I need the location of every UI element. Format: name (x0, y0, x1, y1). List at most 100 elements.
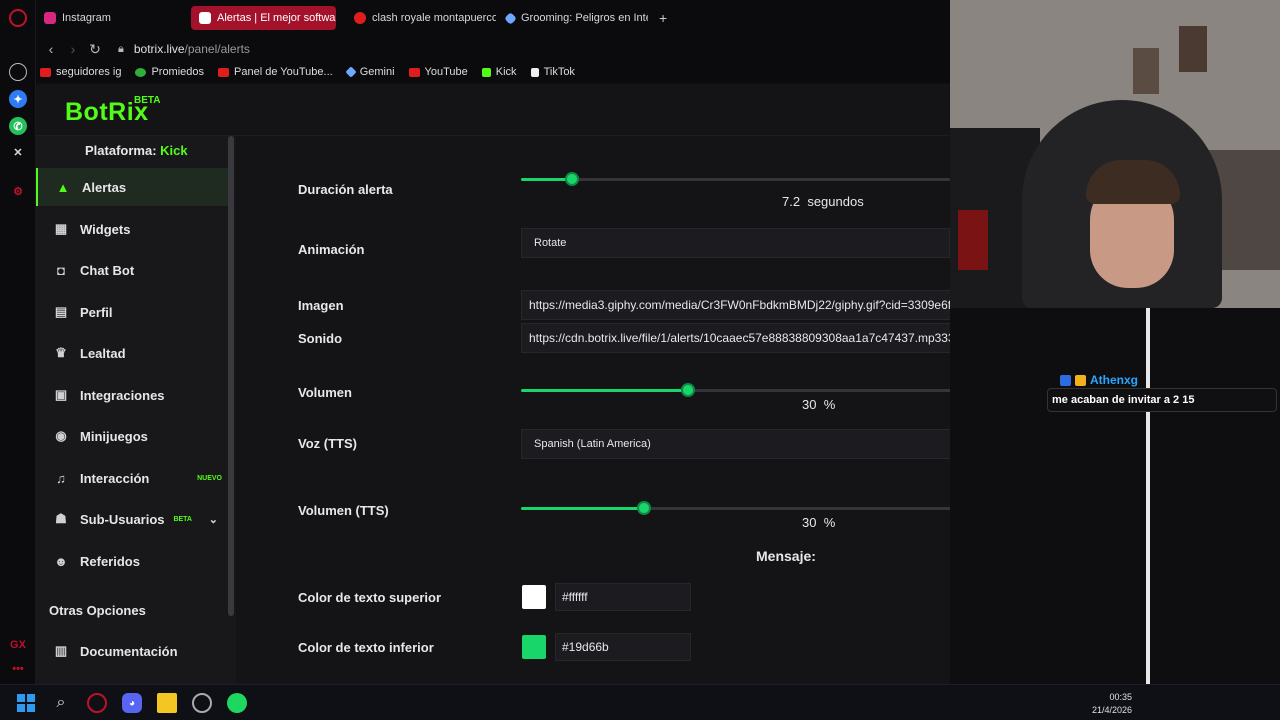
clock-time: 00:35 (1109, 692, 1132, 702)
sidebar-item-integraciones[interactable]: ▣ Integraciones (36, 376, 228, 414)
overlay-divider (1146, 308, 1150, 684)
bottom-color-swatch[interactable] (522, 635, 546, 659)
opera-gx-logo-icon[interactable] (9, 9, 27, 27)
gamepad-icon: ◉ (55, 428, 67, 443)
volume-slider[interactable] (521, 383, 950, 397)
bookmark-label: YouTube (424, 66, 468, 78)
other-options-heading: Otras Opciones (49, 603, 146, 618)
volume-slider-knob[interactable] (681, 383, 696, 397)
streamer-hair (1086, 160, 1180, 204)
sidebar-item-label: Integraciones (80, 387, 165, 403)
sound-label: Sonido (298, 331, 343, 346)
bookmark-youtube[interactable]: YouTube (408, 66, 468, 78)
system-clock[interactable]: 00:35 21/4/2026 (1092, 691, 1132, 717)
messenger-icon[interactable]: ✦ (9, 90, 27, 108)
opera-gx-icon[interactable] (87, 693, 107, 713)
tab-alertas[interactable]: Alertas | El mejor software (191, 6, 336, 30)
browser-side-rail: ✦ ✆ ✕ ⚙ GX ••• (0, 0, 36, 684)
instagram-icon (44, 12, 56, 24)
sidebar-item-label: Interacción (80, 470, 150, 486)
chevron-down-icon[interactable]: ⌄ (209, 513, 218, 526)
bookmark-label: TikTok (543, 66, 575, 78)
badge-icon (1060, 374, 1071, 386)
users-icon: ☗ (55, 511, 67, 526)
bookmark-seguidores-ig[interactable]: seguidores ig (40, 66, 121, 78)
bookmark-gemini[interactable]: Gemini (345, 66, 395, 78)
botrix-app: BotRix BETA Plataforma: Kick ▲ Alertas ▦… (36, 84, 950, 684)
top-color-input[interactable]: #ffffff (555, 583, 691, 611)
animation-select[interactable]: Rotate (521, 228, 950, 258)
chat-user-name: Athenxg (1090, 373, 1138, 387)
sidebar-item-lealtad[interactable]: ♛ Lealtad (36, 334, 228, 372)
volume-number: 30 (802, 397, 817, 412)
sidebar-item-sub-usuarios[interactable]: ☗ Sub-Usuarios BETA ⌄ (36, 500, 228, 538)
sidebar-item-label: Perfil (80, 304, 113, 320)
platform-label: Plataforma: (85, 143, 157, 158)
new-tab-button[interactable]: + (651, 6, 671, 30)
tab-grooming[interactable]: Grooming: Peligros en Inte (498, 6, 648, 30)
app-header: BotRix BETA (36, 84, 950, 136)
address-bar: ‹ › ↻ 🔒︎ botrix.live/panel/alerts (36, 36, 950, 62)
duration-unit: segundos (807, 194, 864, 209)
x-icon[interactable]: ✕ (9, 143, 27, 161)
sound-url-input[interactable]: https://cdn.botrix.live/file/1/alerts/10… (521, 323, 950, 353)
bookmark-tiktok[interactable]: TikTok (530, 66, 575, 78)
lock-icon: 🔒︎ (118, 42, 124, 55)
url-field[interactable]: botrix.live/panel/alerts (134, 42, 250, 56)
gx-control-icon[interactable]: ⚙ (9, 182, 27, 200)
sidebar-item-label: Chat Bot (80, 262, 135, 278)
tab-label: clash royale montapuercos (372, 12, 496, 24)
chatgpt-icon[interactable] (9, 63, 27, 81)
tab-bar: Instagram Alertas | El mejor software cl… (36, 0, 950, 36)
whatsapp-icon[interactable]: ✆ (9, 117, 27, 135)
duration-slider-knob[interactable] (565, 172, 580, 186)
voice-select[interactable]: Spanish (Latin America) ⌄ (521, 429, 950, 459)
forward-icon[interactable]: › (62, 41, 84, 57)
discord-icon[interactable]: ◕ (122, 693, 142, 713)
top-color-swatch[interactable] (522, 585, 546, 609)
image-url-input[interactable]: https://media3.giphy.com/media/Cr3FW0nFb… (521, 290, 950, 320)
youtube-icon (40, 67, 51, 77)
sidebar-item-chat-bot[interactable]: ◘ Chat Bot (36, 251, 228, 289)
back-icon[interactable]: ‹ (40, 41, 62, 57)
tiktok-icon (530, 67, 539, 77)
file-explorer-icon[interactable] (157, 693, 177, 713)
tts-volume-slider-knob[interactable] (636, 501, 651, 515)
message-heading: Mensaje: (756, 548, 816, 564)
gaming-chair-accent (958, 210, 988, 270)
sidebar-item-minijuegos[interactable]: ◉ Minijuegos (36, 417, 228, 455)
integrations-icon: ▣ (54, 387, 68, 402)
volume-unit: % (823, 397, 836, 412)
sidebar-item-label: Widgets (80, 221, 131, 237)
id-card-icon: ▤ (54, 304, 68, 319)
tts-volume-slider[interactable] (521, 501, 950, 515)
search-icon[interactable]: ⌕ (51, 693, 71, 713)
tab-clash-royale[interactable]: clash royale montapuercos (346, 6, 496, 30)
reload-icon[interactable]: ↻ (84, 41, 106, 58)
tab-instagram[interactable]: Instagram (36, 6, 186, 30)
sidebar-item-alertas[interactable]: ▲ Alertas (36, 168, 228, 206)
sidebar-item-widgets[interactable]: ▦ Widgets (36, 210, 228, 248)
bookmark-youtube-panel[interactable]: Panel de YouTube... (218, 66, 333, 78)
sidebar-item-interaccion[interactable]: ♫ Interacción NUEVO (36, 459, 228, 497)
referrals-icon: ☻ (54, 553, 68, 569)
sidebar-item-referidos[interactable]: ☻ Referidos (36, 542, 228, 580)
gx-corner-icon[interactable]: GX (9, 636, 27, 654)
bookmark-kick[interactable]: Kick (481, 66, 517, 78)
sidebar-scrollbar[interactable] (228, 136, 234, 616)
windows-start-icon[interactable] (16, 693, 36, 713)
gemini-icon (504, 11, 517, 25)
sidebar-item-perfil[interactable]: ▤ Perfil (36, 293, 228, 331)
bottom-color-input[interactable]: #19d66b (555, 633, 691, 661)
youtube-icon (354, 12, 366, 24)
sidebar-item-documentacion[interactable]: ▥ Documentación (36, 632, 228, 670)
bookmark-label: Panel de YouTube... (234, 66, 333, 78)
spotify-icon[interactable] (227, 693, 247, 713)
volume-label: Volumen (298, 385, 352, 400)
duration-slider[interactable] (521, 172, 950, 186)
bookmark-promiedos[interactable]: Promiedos (135, 66, 204, 78)
tts-volume-value: 30 % (802, 515, 835, 530)
obs-icon[interactable] (192, 693, 212, 713)
bottom-color-label: Color de texto inferior (298, 640, 434, 655)
more-icon[interactable]: ••• (9, 660, 27, 678)
